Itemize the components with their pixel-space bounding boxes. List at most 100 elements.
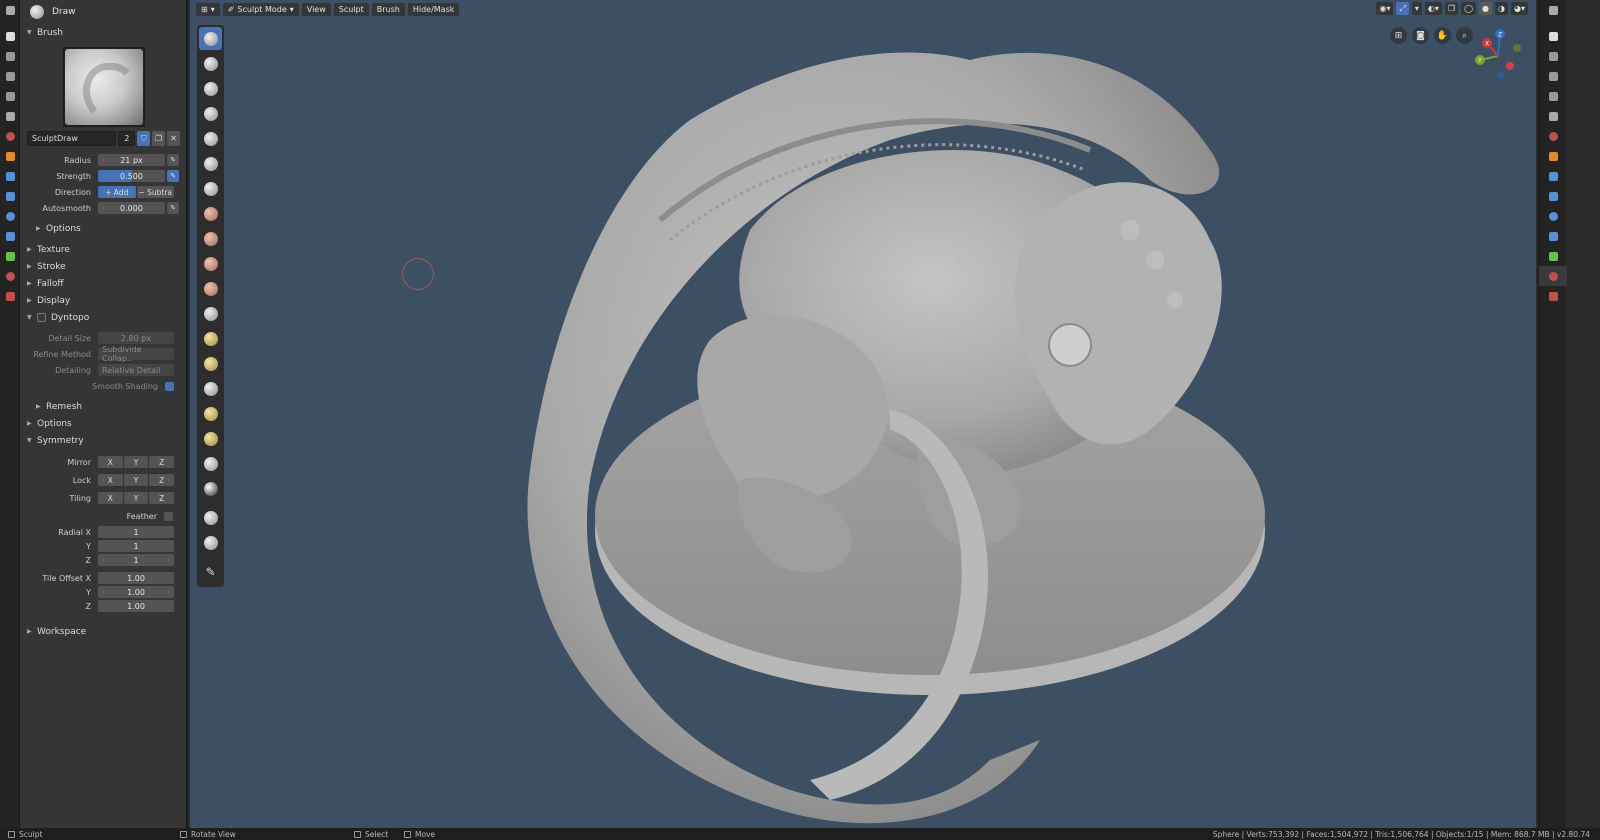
grid-view-icon[interactable]: ⊞ [1390,27,1407,44]
scene-tab-icon[interactable] [0,106,20,126]
object-tab-icon[interactable] [1539,146,1567,166]
direction-add-button[interactable]: + Add [98,186,136,198]
gizmo-dropdown-icon[interactable]: ▾ [1411,2,1422,15]
lock-y-button[interactable]: Y [123,474,149,486]
crease-tool-button[interactable] [199,177,222,200]
radial-x-field[interactable]: 1 [98,526,174,538]
lock-x-button[interactable]: X [98,474,123,486]
particles-tab-icon[interactable] [0,186,20,206]
detail-size-field[interactable]: 2.80 px [98,332,174,344]
overlays-icon[interactable]: ◐▾ [1424,2,1442,15]
visibility-eye-icon[interactable]: ◉▾ [1376,2,1394,15]
draw-tool-button[interactable] [199,27,222,50]
fake-user-shield-icon[interactable]: ⛉ [137,131,151,146]
rendered-shading-icon[interactable]: ◕▾ [1511,2,1528,15]
duplicate-brush-icon[interactable]: ❐ [152,131,166,146]
falloff-section-header[interactable]: ▶ Falloff [20,275,186,292]
menu-hide-mask[interactable]: Hide/Mask [407,2,460,16]
radial-y-field[interactable]: 1 [98,540,174,552]
gizmo-neg-x-axis[interactable] [1506,62,1514,70]
direction-subtract-button[interactable]: − Subtra [136,186,174,198]
smooth-shading-checkbox[interactable] [165,381,174,391]
dyntopo-checkbox[interactable] [37,313,46,322]
mirror-y-button[interactable]: Y [123,456,149,468]
tile-offset-x-field[interactable]: 1.00 [98,572,174,584]
camera-view-icon[interactable]: ◙ [1412,27,1429,44]
brush-section-header[interactable]: ▼ Brush [20,24,186,41]
radial-z-field[interactable]: 1 [98,554,174,566]
3d-viewport[interactable]: ⊞ ▾ ✐ Sculpt Mode ▾ View Sculpt Brush Hid… [190,0,1536,828]
tile-offset-z-field[interactable]: 1.00 [98,600,174,612]
simplify-tool-button[interactable] [199,452,222,475]
output-tab-icon[interactable] [1539,66,1567,86]
feather-checkbox[interactable] [164,511,173,521]
stroke-section-header[interactable]: ▶ Stroke [20,258,186,275]
world-tab-icon[interactable] [0,126,20,146]
solid-shading-icon[interactable]: ● [1479,2,1493,15]
world-tab-icon[interactable] [1539,126,1567,146]
tiling-y-button[interactable]: Y [123,492,149,504]
strength-pressure-pen-icon[interactable]: ✎ [167,170,179,182]
gizmo-toggle-icon[interactable]: ⤢ [1396,2,1409,15]
box-hide-tool-button[interactable] [199,506,222,529]
material-tab-icon[interactable] [1539,266,1567,286]
menu-view[interactable]: View [301,2,331,16]
brush-options-subsection[interactable]: ▶ Options [20,220,186,237]
inflate-tool-button[interactable] [199,127,222,150]
mirror-x-button[interactable]: X [98,456,123,468]
texture-tab-icon[interactable] [0,286,20,306]
editor-type-button[interactable]: ⊞ ▾ [196,2,220,16]
symmetry-section-header[interactable]: ▼ Symmetry [20,432,186,449]
thumb-tool-button[interactable] [199,377,222,400]
dyntopo-section-header[interactable]: ▼ Dyntopo [20,309,186,326]
autosmooth-pressure-pen-icon[interactable]: ✎ [167,202,179,214]
mode-dropdown[interactable]: ✐ Sculpt Mode ▾ [222,2,299,16]
particles-tab-icon[interactable] [1539,186,1567,206]
clay-tool-button[interactable] [199,52,222,75]
layer-tool-button[interactable] [199,102,222,125]
menu-brush[interactable]: Brush [371,2,405,16]
brush-preview[interactable] [63,47,145,127]
radius-field[interactable]: 21 px [98,154,165,166]
modifier-tab-icon[interactable] [1539,166,1567,186]
refine-method-dropdown[interactable]: Subdivide Collap.. [98,345,174,363]
menu-sculpt[interactable]: Sculpt [333,2,369,16]
view-layer-tab-icon[interactable] [1539,86,1567,106]
pan-hand-icon[interactable]: ✋ [1434,27,1451,44]
brush-name-field[interactable]: SculptDraw [27,131,117,146]
display-section-header[interactable]: ▶ Display [20,292,186,309]
data-tab-icon[interactable] [1539,246,1567,266]
texture-tab-icon[interactable] [1539,286,1567,306]
material-shading-icon[interactable]: ◑ [1495,2,1508,15]
tiling-z-button[interactable]: Z [149,492,175,504]
annotate-tool-button[interactable]: ✎ [199,560,222,583]
clay-strips-tool-button[interactable] [199,77,222,100]
physics-tab-icon[interactable] [0,206,20,226]
nudge-tool-button[interactable] [199,402,222,425]
xray-icon[interactable]: ❐ [1444,2,1459,15]
autosmooth-field[interactable]: 0.000 [98,202,165,214]
workspace-section-header[interactable]: ▶ Workspace [20,623,186,640]
tool-tab-icon[interactable] [0,26,20,46]
mask-tool-button[interactable] [199,477,222,500]
texture-section-header[interactable]: ▶ Texture [20,241,186,258]
constraints-tab-icon[interactable] [1539,226,1567,246]
strength-slider[interactable]: 0.500 [98,170,165,182]
wireframe-shading-icon[interactable]: ◯ [1461,2,1477,15]
data-tab-icon[interactable] [0,246,20,266]
snake-hook-tool-button[interactable] [199,352,222,375]
scene-tab-icon[interactable] [1539,106,1567,126]
render-tab-icon[interactable] [0,46,20,66]
options-section-header[interactable]: ▶ Options [20,415,186,432]
gizmo-neg-z-axis[interactable] [1497,71,1505,79]
rotate-tool-button[interactable] [199,427,222,450]
modifier-tab-icon[interactable] [0,166,20,186]
detailing-dropdown[interactable]: Relative Detail [98,364,174,376]
radius-pressure-pen-icon[interactable]: ✎ [167,154,179,166]
flatten-tool-button[interactable] [199,227,222,250]
smooth-tool-button[interactable] [199,202,222,225]
tile-offset-y-field[interactable]: 1.00 [98,586,174,598]
remesh-subsection[interactable]: ▶ Remesh [20,398,186,415]
lock-z-button[interactable]: Z [149,474,175,486]
scrape-tool-button[interactable] [199,277,222,300]
